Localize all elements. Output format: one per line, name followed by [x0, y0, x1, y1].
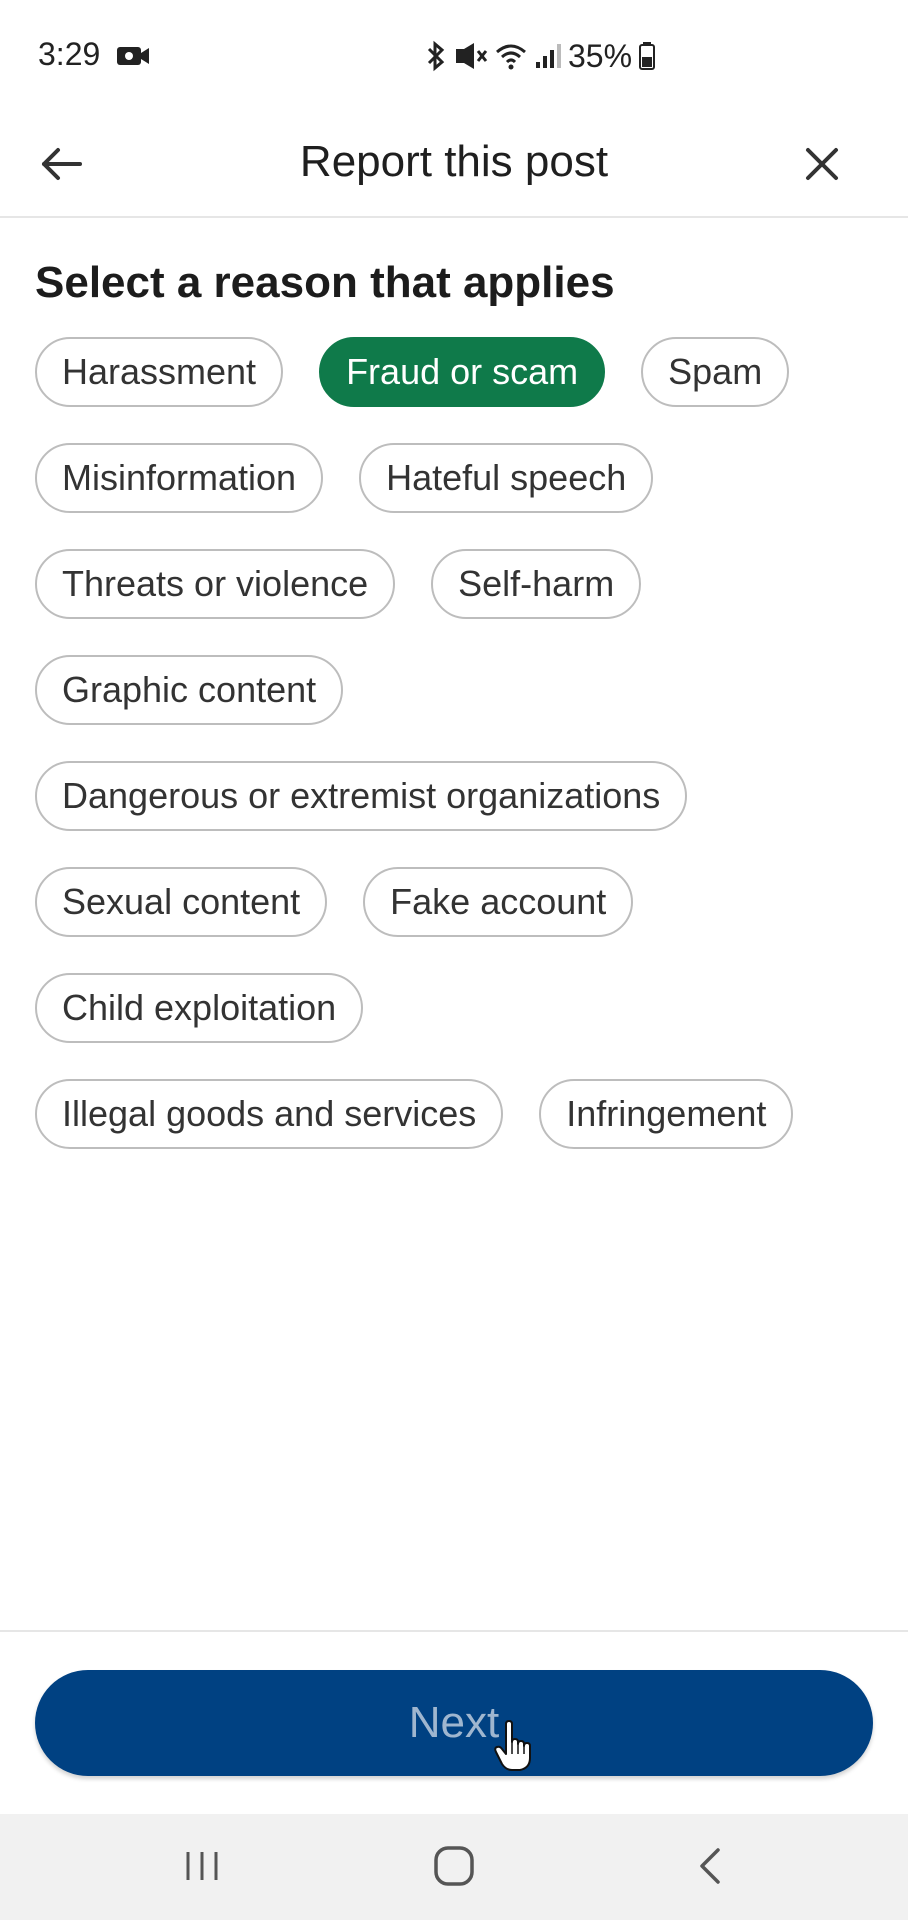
reason-chip-misinformation[interactable]: Misinformation: [35, 443, 324, 513]
reason-chip-fake-account[interactable]: Fake account: [363, 867, 634, 937]
recent-apps-icon[interactable]: [180, 1844, 224, 1888]
status-icons: 35%: [424, 36, 656, 76]
battery-icon: [639, 42, 656, 70]
reason-chip-dangerous-or-extremist-organizations[interactable]: Dangerous or extremist organizations: [35, 761, 688, 831]
nav-back-icon[interactable]: [690, 1842, 730, 1890]
reason-chip-spam[interactable]: Spam: [641, 337, 790, 407]
reason-chip-illegal-goods-and-services[interactable]: Illegal goods and services: [35, 1079, 504, 1149]
reason-chip-sexual-content[interactable]: Sexual content: [35, 867, 328, 937]
footer-divider: [0, 1630, 908, 1632]
reason-chip-child-exploitation[interactable]: Child exploitation: [35, 973, 364, 1043]
section-title: Select a reason that applies: [35, 258, 615, 307]
video-camera-icon: [117, 47, 149, 65]
chip-row: Dangerous or extremist organizations: [35, 761, 875, 831]
chip-row: Child exploitation: [35, 973, 875, 1043]
reason-chip-fraud-or-scam[interactable]: Fraud or scam: [319, 337, 606, 407]
battery-percent: 35%: [568, 37, 633, 74]
reason-chips: Harassment Fraud or scam Spam Misinforma…: [35, 337, 875, 1185]
chip-row: Harassment Fraud or scam Spam: [35, 337, 875, 407]
reason-chip-infringement[interactable]: Infringement: [539, 1079, 794, 1149]
chip-row: Graphic content: [35, 655, 875, 725]
page-title: Report this post: [299, 137, 609, 186]
app-header: Report this post: [0, 112, 908, 218]
status-time: 3:29: [38, 36, 101, 72]
hand-pointer-icon: [494, 1720, 531, 1771]
signal-icon: [536, 44, 561, 68]
chip-row: Misinformation Hateful speech: [35, 443, 875, 513]
bluetooth-icon: [427, 40, 445, 72]
reason-chip-hateful-speech[interactable]: Hateful speech: [359, 443, 654, 513]
reason-chip-graphic-content[interactable]: Graphic content: [35, 655, 344, 725]
wifi-icon: [496, 44, 526, 70]
home-icon[interactable]: [430, 1842, 478, 1890]
system-nav-bar: [0, 1814, 908, 1920]
chip-row: Illegal goods and services Infringement: [35, 1079, 875, 1149]
chip-row: Sexual content Fake account: [35, 867, 875, 937]
close-icon[interactable]: [790, 132, 854, 196]
reason-chip-threats-or-violence[interactable]: Threats or violence: [35, 549, 396, 619]
vibrate-mute-icon: [456, 43, 488, 69]
reason-chip-harassment[interactable]: Harassment: [35, 337, 284, 407]
chip-row: Threats or violence Self-harm: [35, 549, 875, 619]
next-button[interactable]: Next: [35, 1670, 873, 1776]
reason-chip-self-harm[interactable]: Self-harm: [431, 549, 642, 619]
status-bar: 3:29 35%: [0, 0, 908, 112]
